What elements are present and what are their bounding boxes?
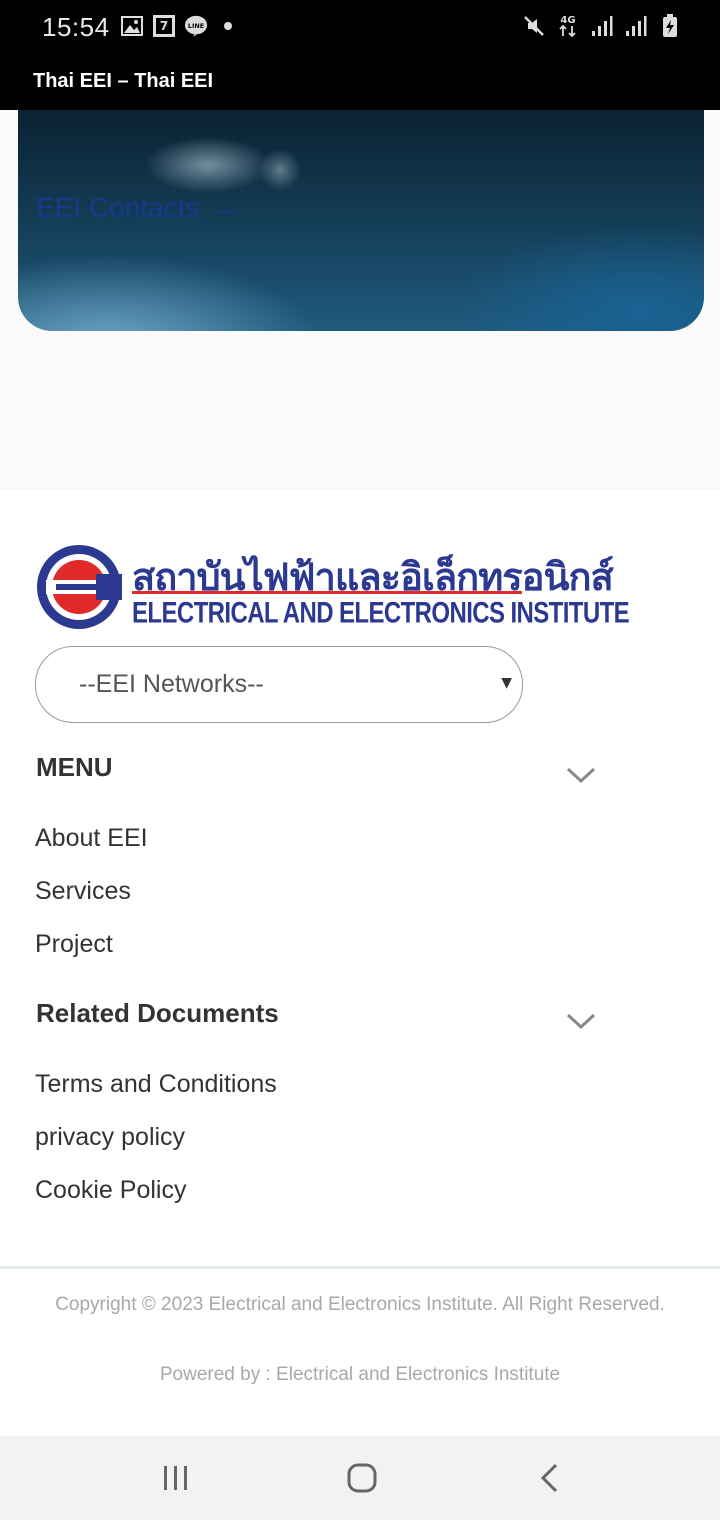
notification-icons: 7 LINE <box>120 14 240 38</box>
eei-emblem-icon <box>37 545 122 629</box>
cookie-policy-link[interactable]: Cookie Policy <box>35 1176 186 1205</box>
menu-item-about-eei[interactable]: About EEI <box>35 824 148 853</box>
related-documents-heading[interactable]: Related Documents <box>36 998 279 1029</box>
logo-divider <box>132 591 522 594</box>
privacy-policy-link[interactable]: privacy policy <box>35 1123 185 1152</box>
gallery-icon <box>120 14 144 38</box>
home-icon[interactable] <box>342 1458 382 1498</box>
powered-by-text: Powered by : Electrical and Electronics … <box>159 1364 561 1385</box>
page-title: Thai EEI – Thai EEI <box>33 70 214 92</box>
signal-icon <box>590 14 614 38</box>
mute-icon <box>522 14 546 38</box>
terms-and-conditions-link[interactable]: Terms and Conditions <box>35 1070 277 1099</box>
signal-icon <box>624 14 648 38</box>
svg-text:7: 7 <box>160 19 168 33</box>
menu-item-project[interactable]: Project <box>35 930 113 959</box>
logo-english-name: ELECTRICAL AND ELECTRONICS INSTITUTE <box>132 596 630 630</box>
arrow-right-icon: → <box>209 192 238 223</box>
navigation-bar <box>0 1436 720 1520</box>
chevron-down-icon[interactable] <box>566 765 596 785</box>
menu-item-services[interactable]: Services <box>35 877 131 906</box>
battery-charging-icon <box>658 14 682 38</box>
system-status-icons: 4G <box>522 14 682 38</box>
eei-networks-select-value: --EEI Networks-- <box>79 670 264 698</box>
contact-banner: EEI Contacts → <box>18 110 704 331</box>
svg-text:LINE: LINE <box>188 22 204 30</box>
status-bar: 15:54 7 LINE 4G <box>0 0 720 56</box>
svg-text:4G: 4G <box>560 15 575 26</box>
eei-contacts-label: EEI Contacts <box>36 192 200 223</box>
seven-eleven-icon: 7 <box>152 14 176 38</box>
copyright-text: Copyright © 2023 Electrical and Electron… <box>55 1294 665 1315</box>
recents-icon[interactable] <box>156 1458 196 1498</box>
4g-icon: 4G <box>556 14 580 38</box>
caret-down-icon: ▼ <box>501 675 512 691</box>
eei-logo[interactable]: สถาบันไฟฟ้าและอิเล็กทรอนิกส์ ELECTRICAL … <box>36 544 630 632</box>
status-time: 15:54 <box>42 12 110 42</box>
footer-divider <box>0 1266 720 1269</box>
chevron-down-icon[interactable] <box>566 1011 596 1031</box>
app-title-bar: Thai EEI – Thai EEI <box>0 56 720 110</box>
eei-contacts-link[interactable]: EEI Contacts → <box>36 192 237 224</box>
eei-networks-select[interactable]: --EEI Networks-- ▼ <box>35 646 523 723</box>
back-icon[interactable] <box>530 1458 570 1498</box>
line-icon: LINE <box>184 14 208 38</box>
dot-icon <box>216 14 240 38</box>
site-footer: สถาบันไฟฟ้าและอิเล็กทรอนิกส์ ELECTRICAL … <box>0 490 720 1436</box>
menu-heading[interactable]: MENU <box>36 752 113 783</box>
